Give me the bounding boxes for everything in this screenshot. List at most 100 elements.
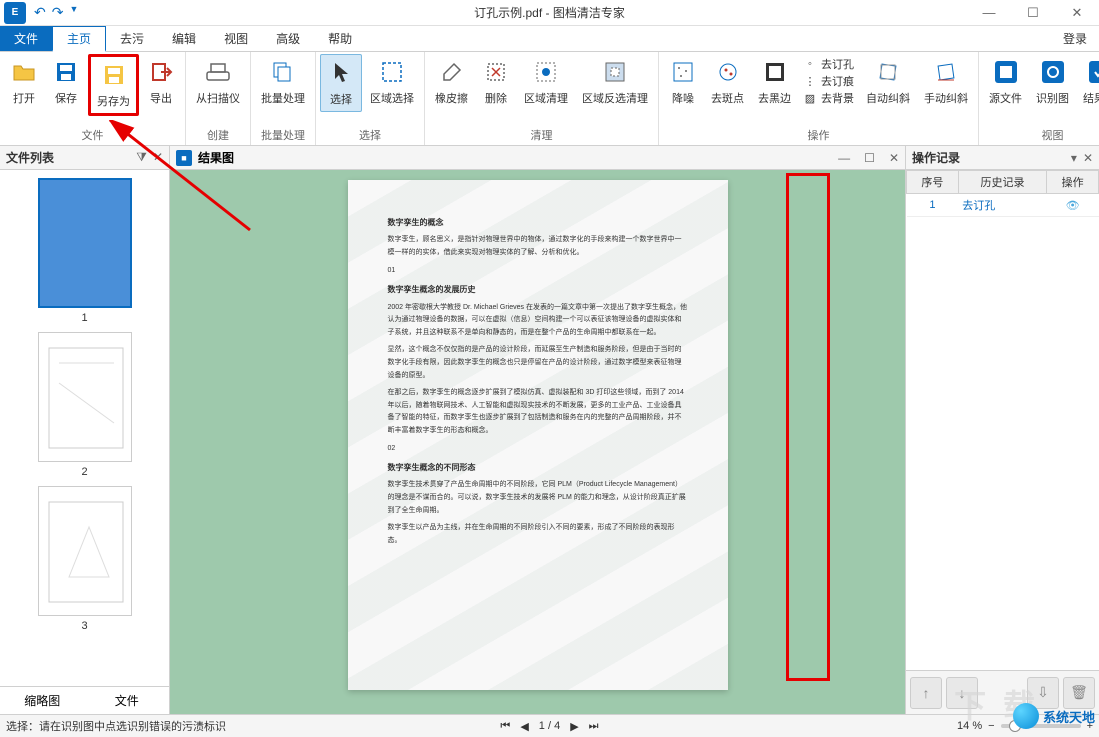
panel-close-icon-right[interactable]: ✕ [1083, 151, 1093, 165]
login-link[interactable]: 登录 [1051, 26, 1099, 51]
ribbon-group-batch: 批量处理 批量处理 [251, 52, 316, 145]
tab-file[interactable]: 文件 [85, 687, 170, 714]
group-label-file: 文件 [4, 125, 181, 145]
doc-title: 结果图 [198, 149, 234, 166]
export-button[interactable]: 导出 [141, 54, 181, 110]
group-label-clean: 清理 [429, 125, 654, 145]
area-invert-icon [601, 58, 629, 86]
descar-button[interactable]: ⋮去订痕 [803, 73, 854, 89]
watermark-text: 系统天地 [1043, 707, 1095, 726]
eraser-icon [438, 58, 466, 86]
area-select-button[interactable]: 区域选择 [364, 54, 420, 110]
ribbon-group-select: 选择 区域选择 选择 [316, 52, 425, 145]
qat-dropdown-icon[interactable]: ▼ [69, 4, 78, 21]
thumbnail-1[interactable]: 1 [35, 178, 135, 324]
filter-icon[interactable]: ⧩ [136, 150, 147, 165]
menu-advanced[interactable]: 高级 [262, 26, 314, 51]
save-button[interactable]: 保存 [46, 54, 86, 110]
close-button[interactable]: ✕ [1055, 0, 1099, 26]
despeckle-button[interactable]: 去斑点 [705, 54, 750, 110]
redo-icon[interactable]: ↷ [52, 4, 64, 21]
action-small-stack: ◦去订孔 ⋮去订痕 ▨去背景 [799, 54, 858, 108]
from-scanner-button[interactable]: 从扫描仪 [190, 54, 246, 110]
panel-close-icon[interactable]: ✕ [153, 150, 163, 165]
select-button[interactable]: 选择 [320, 54, 362, 112]
menu-home[interactable]: 主页 [52, 26, 106, 52]
depunch-button[interactable]: ◦去订孔 [803, 56, 854, 72]
globe-icon [1013, 703, 1039, 729]
group-label-view: 视图 [983, 125, 1099, 145]
folder-open-icon [10, 58, 38, 86]
first-page-icon[interactable]: ⏮ [500, 720, 510, 733]
marquee-icon [378, 58, 406, 86]
delete-button[interactable]: 删除 [476, 54, 516, 110]
area-clean-icon [532, 58, 560, 86]
minimize-button[interactable]: — [967, 0, 1011, 26]
panel-menu-icon[interactable]: ▾ [1071, 151, 1077, 165]
thumbnail-list: 1 2 3 [0, 170, 169, 686]
menu-help[interactable]: 帮助 [314, 26, 366, 51]
doc-minimize-icon[interactable]: — [838, 151, 850, 165]
menu-view[interactable]: 视图 [210, 26, 262, 51]
eraser-button[interactable]: 橡皮擦 [429, 54, 474, 110]
quick-access-toolbar: ↶ ↷ ▼ [34, 4, 78, 21]
page-text: 数字孪生的概念 数字孪生，顾名思义，是指针对物理世界中的物体，通过数字化的手段来… [388, 216, 688, 547]
group-label-action: 操作 [663, 125, 974, 145]
pointer-icon [327, 59, 355, 87]
next-page-icon[interactable]: ▶ [570, 720, 578, 733]
open-button[interactable]: 打开 [4, 54, 44, 110]
menu-clean[interactable]: 去污 [106, 26, 158, 51]
thumbnail-image-3 [38, 486, 132, 616]
denoise-button[interactable]: 降噪 [663, 54, 703, 110]
export-icon [147, 58, 175, 86]
result-view-button[interactable]: 结果图 [1077, 54, 1099, 110]
file-list-title: 文件列表 [6, 149, 54, 166]
thumbnail-3[interactable]: 3 [35, 486, 135, 632]
col-seq: 序号 [907, 171, 959, 194]
depunch-icon: ◦ [803, 57, 817, 71]
move-up-button[interactable]: ↑ [910, 677, 942, 709]
prev-page-icon[interactable]: ◀ [520, 720, 528, 733]
tab-thumbnail[interactable]: 缩略图 [0, 687, 85, 714]
app-icon: E [4, 2, 26, 24]
recognize-view-button[interactable]: 识别图 [1030, 54, 1075, 110]
save-icon [52, 58, 80, 86]
document-view[interactable]: 数字孪生的概念 数字孪生，顾名思义，是指针对物理世界中的物体，通过数字化的手段来… [170, 170, 905, 714]
last-page-icon[interactable]: ⏭ [589, 720, 599, 733]
menu-file[interactable]: 文件 [0, 26, 52, 51]
source-view-button[interactable]: 源文件 [983, 54, 1028, 110]
deblack-button[interactable]: 去黑边 [752, 54, 797, 110]
recognize-icon [1039, 58, 1067, 86]
operations-title: 操作记录 [912, 149, 960, 166]
zoom-out-icon[interactable]: − [988, 720, 994, 732]
file-list-header: 文件列表 ⧩ ✕ [0, 146, 169, 170]
title-bar: E ↶ ↷ ▼ 订孔示例.pdf - 图档清洁专家 — ☐ ✕ [0, 0, 1099, 26]
area-clean-button[interactable]: 区域清理 [518, 54, 574, 110]
ribbon-group-view: 源文件 识别图 结果图 视图 [979, 52, 1099, 145]
deblack-icon [761, 58, 789, 86]
page-navigation: ⏮ ◀ 1 / 4 ▶ ⏭ [500, 720, 598, 733]
area-invert-clean-button[interactable]: 区域反选清理 [576, 54, 654, 110]
doc-icon: ■ [176, 150, 192, 166]
denoise-icon [669, 58, 697, 86]
move-down-button[interactable]: ↓ [946, 677, 978, 709]
operations-header: 操作记录 ▾ ✕ [906, 146, 1099, 170]
manual-deskew-icon [932, 58, 960, 86]
auto-deskew-button[interactable]: 自动纠斜 [860, 54, 916, 110]
doc-close-icon[interactable]: ✕ [889, 151, 899, 165]
visibility-icon[interactable]: 👁 [1047, 194, 1099, 217]
save-as-button[interactable]: 另存为 [88, 54, 139, 116]
page-indicator: 1 / 4 [539, 720, 560, 732]
batch-button[interactable]: 批量处理 [255, 54, 311, 110]
annotation-red-box [786, 173, 830, 681]
thumbnail-2[interactable]: 2 [35, 332, 135, 478]
manual-deskew-button[interactable]: 手动纠斜 [918, 54, 974, 110]
debg-button[interactable]: ▨去背景 [803, 90, 854, 106]
undo-icon[interactable]: ↶ [34, 4, 46, 21]
menu-edit[interactable]: 编辑 [158, 26, 210, 51]
ribbon-group-action: 降噪 去斑点 去黑边 ◦去订孔 ⋮去订痕 ▨去背景 自动纠斜 手动纠斜 [659, 52, 979, 145]
doc-maximize-icon[interactable]: ☐ [864, 151, 875, 165]
center-panel: ■ 结果图 — ☐ ✕ 数字孪生的概念 数字孪生，顾名思义，是指针对物理世界中的… [170, 146, 905, 714]
operation-row[interactable]: 1 去订孔 👁 [907, 194, 1099, 217]
maximize-button[interactable]: ☐ [1011, 0, 1055, 26]
